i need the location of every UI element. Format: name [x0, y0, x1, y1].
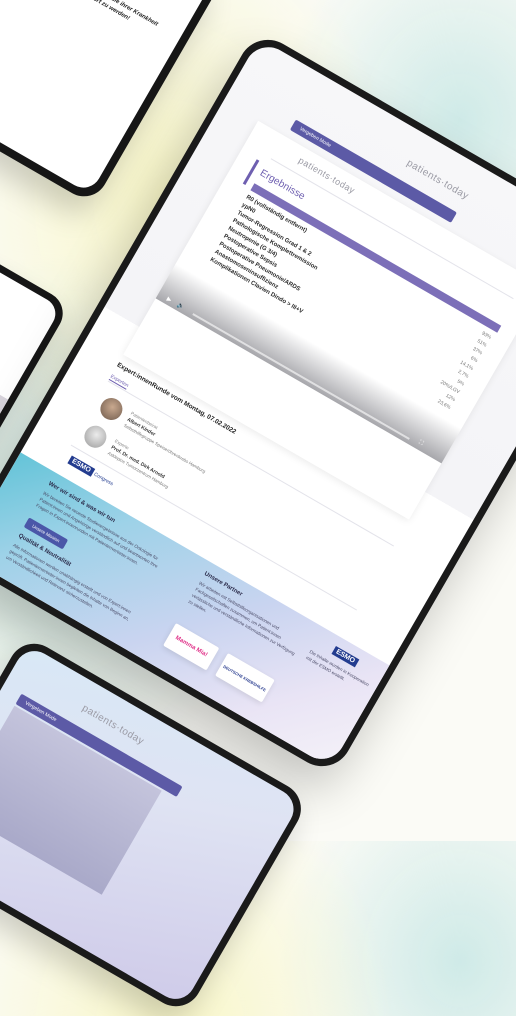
esmo-logo-sub: Congress	[92, 471, 115, 487]
intro-text: Patient:innen die über die ihrer Krankhe…	[48, 0, 161, 38]
partner-krebshilfe[interactable]: DEUTSCHE KREBSHILFE	[215, 653, 275, 703]
avatar	[96, 393, 127, 425]
esmo-logo-text: ESMO	[67, 455, 95, 477]
partner-label: Mamma Mia!	[174, 635, 209, 659]
image-placeholder	[0, 379, 9, 435]
accent-bar	[242, 159, 260, 185]
partner-label: DEUTSCHE KREBSHILFE	[222, 663, 268, 693]
avatar	[80, 421, 111, 452]
results-values: 93% 51% 37% 6% 14,1% 2,7% 5% 20%/LGV 12%…	[400, 307, 493, 412]
partner-mamma-mia[interactable]: Mamma Mia!	[163, 623, 220, 671]
person-name: Prof. Dr. med. Dirk Arnold	[109, 444, 166, 481]
